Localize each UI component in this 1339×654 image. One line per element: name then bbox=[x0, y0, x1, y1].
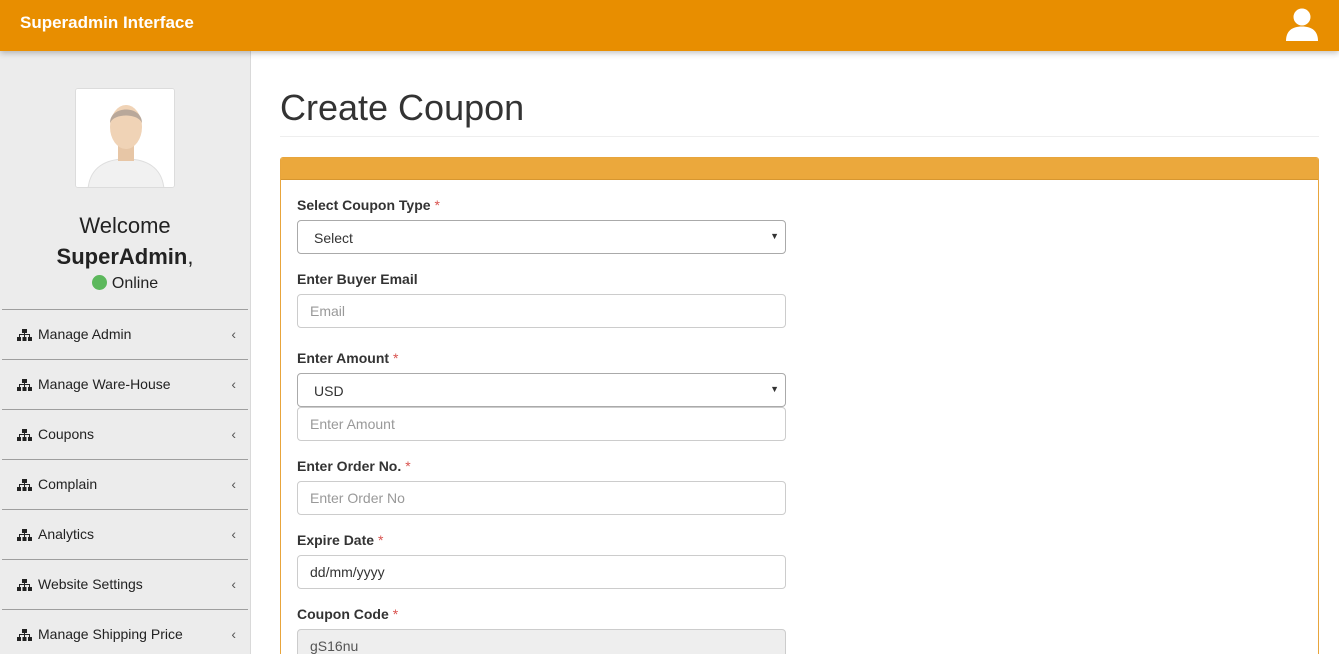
order-no-label-text: Enter Order No. bbox=[297, 458, 402, 474]
coupon-type-value: Select bbox=[314, 230, 353, 246]
status-dot-icon bbox=[91, 275, 107, 290]
top-navbar: Superadmin Interface bbox=[0, 0, 1339, 51]
chevron-left-icon: ‹ bbox=[231, 576, 236, 592]
user-icon[interactable] bbox=[1284, 6, 1320, 42]
sitemap-icon bbox=[17, 329, 32, 341]
sidebar-menu: Manage Admin ‹ Manage Ware-House ‹ Coupo… bbox=[2, 309, 248, 654]
chevron-left-icon: ‹ bbox=[231, 376, 236, 392]
sidebar-item-label: Complain bbox=[38, 476, 98, 492]
chevron-left-icon: ‹ bbox=[231, 476, 236, 492]
sidebar-item-manage-shipping-price[interactable]: Manage Shipping Price ‹ bbox=[2, 609, 248, 654]
sidebar-item-label: Coupons bbox=[38, 426, 95, 442]
sidebar-item-analytics[interactable]: Analytics ‹ bbox=[2, 509, 248, 559]
required-mark: * bbox=[378, 532, 384, 548]
sitemap-icon bbox=[17, 429, 32, 441]
coupon-code-label: Coupon Code * bbox=[297, 606, 398, 622]
sidebar-item-manage-admin[interactable]: Manage Admin ‹ bbox=[2, 309, 248, 359]
sidebar-item-label: Manage Shipping Price bbox=[38, 626, 183, 642]
amount-label-text: Enter Amount bbox=[297, 350, 390, 366]
sidebar-item-label: Manage Admin bbox=[38, 326, 132, 342]
required-mark: * bbox=[392, 606, 399, 622]
sidebar: Welcome SuperAdmin, Online Manage Admin … bbox=[0, 51, 251, 654]
coupon-form-panel: Select Coupon Type * Select ▼ Enter Buyer… bbox=[280, 157, 1319, 654]
sitemap-icon bbox=[17, 529, 32, 541]
coupon-type-label-text: Select Coupon Type bbox=[297, 197, 431, 213]
coupon-type-label: Select Coupon Type * bbox=[297, 197, 440, 213]
status-text: Online bbox=[111, 275, 159, 292]
buyer-email-label: Enter Buyer Email bbox=[297, 271, 418, 287]
expire-date-input[interactable] bbox=[297, 555, 786, 589]
amount-label: Enter Amount * bbox=[297, 350, 399, 366]
expire-date-label: Expire Date * bbox=[297, 532, 384, 548]
caret-down-icon: ▼ bbox=[770, 231, 779, 241]
sidebar-item-label: Manage Ware-House bbox=[38, 376, 171, 392]
coupon-code-input[interactable] bbox=[297, 629, 786, 654]
chevron-left-icon: ‹ bbox=[231, 326, 236, 342]
sidebar-item-coupons[interactable]: Coupons ‹ bbox=[2, 409, 248, 459]
sidebar-item-website-settings[interactable]: Website Settings ‹ bbox=[2, 559, 248, 609]
chevron-left-icon: ‹ bbox=[231, 526, 236, 542]
sitemap-icon bbox=[17, 479, 32, 491]
required-mark: * bbox=[405, 458, 411, 474]
username-line: SuperAdmin, bbox=[0, 244, 250, 270]
coupon-code-label-text: Coupon Code bbox=[297, 606, 389, 622]
username: SuperAdmin bbox=[56, 244, 188, 269]
chevron-left-icon: ‹ bbox=[231, 626, 236, 642]
username-suffix: , bbox=[187, 244, 194, 269]
online-status: Online bbox=[0, 275, 250, 293]
amount-input[interactable] bbox=[297, 407, 786, 441]
page-title: Create Coupon bbox=[280, 87, 525, 128]
sitemap-icon bbox=[17, 629, 32, 641]
order-no-label: Enter Order No. * bbox=[297, 458, 411, 474]
sidebar-item-manage-ware-house[interactable]: Manage Ware-House ‹ bbox=[2, 359, 248, 409]
buyer-email-input[interactable] bbox=[297, 294, 786, 328]
sitemap-icon bbox=[17, 579, 32, 591]
currency-select[interactable]: USD ▼ bbox=[297, 373, 786, 407]
chevron-left-icon: ‹ bbox=[231, 426, 236, 442]
sidebar-item-label: Website Settings bbox=[38, 576, 143, 592]
required-mark: * bbox=[393, 350, 399, 366]
sidebar-item-label: Analytics bbox=[38, 526, 95, 542]
panel-header bbox=[281, 158, 1318, 180]
order-no-input[interactable] bbox=[297, 481, 786, 515]
avatar bbox=[75, 88, 175, 188]
title-divider bbox=[280, 136, 1319, 137]
sidebar-item-complain[interactable]: Complain ‹ bbox=[2, 459, 248, 509]
main-content: Create Coupon Select Coupon Type * Select… bbox=[251, 51, 1339, 654]
welcome-text: Welcome bbox=[79, 213, 171, 238]
expire-date-label-text: Expire Date bbox=[297, 532, 375, 548]
sitemap-icon bbox=[17, 379, 32, 391]
coupon-type-select[interactable]: Select ▼ bbox=[297, 220, 786, 254]
app-brand[interactable]: Superadmin Interface bbox=[20, 13, 194, 33]
caret-down-icon: ▼ bbox=[770, 384, 779, 394]
required-mark: * bbox=[434, 197, 440, 213]
currency-value: USD bbox=[314, 383, 344, 399]
